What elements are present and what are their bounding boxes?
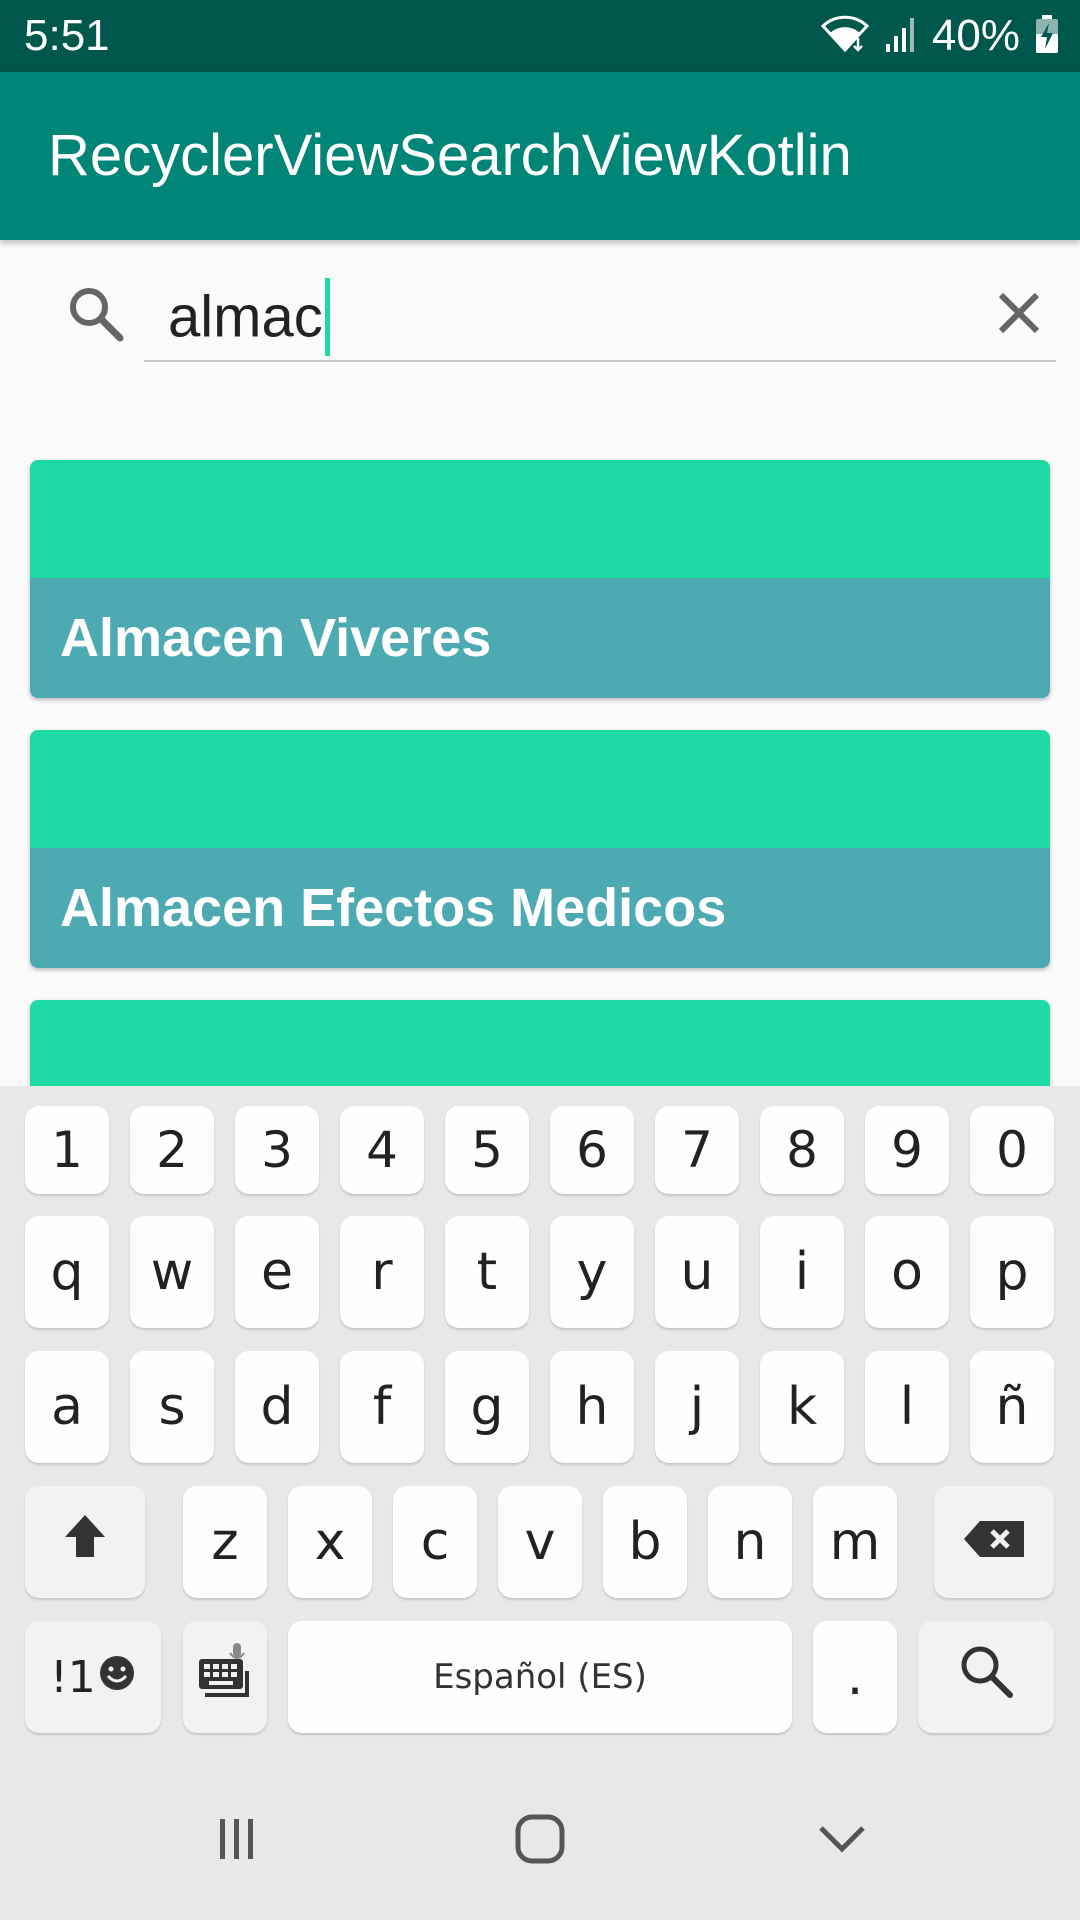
backspace-key[interactable]: [934, 1486, 1054, 1598]
period-key[interactable]: .: [813, 1621, 897, 1733]
key-t[interactable]: t: [445, 1216, 529, 1328]
search-key[interactable]: [918, 1621, 1054, 1733]
key-0[interactable]: 0: [970, 1106, 1054, 1194]
status-icons: 40%: [820, 10, 1060, 62]
key-c[interactable]: c: [393, 1486, 477, 1598]
key-v[interactable]: v: [498, 1486, 582, 1598]
card-header: [30, 730, 1050, 848]
list-item[interactable]: Almacen Efectos Medicos: [30, 730, 1050, 968]
list-item-label: Almacen Viveres: [60, 608, 492, 668]
navigation-bar: [0, 1760, 1080, 1920]
key-n-tilde[interactable]: ñ: [970, 1351, 1054, 1463]
key-a[interactable]: a: [25, 1351, 109, 1463]
key-x[interactable]: x: [288, 1486, 372, 1598]
key-e[interactable]: e: [235, 1216, 319, 1328]
recents-button[interactable]: [192, 1796, 282, 1886]
key-l[interactable]: l: [865, 1351, 949, 1463]
key-i[interactable]: i: [760, 1216, 844, 1328]
key-p[interactable]: p: [970, 1216, 1054, 1328]
key-3[interactable]: 3: [235, 1106, 319, 1194]
key-7[interactable]: 7: [655, 1106, 739, 1194]
key-z[interactable]: z: [183, 1486, 267, 1598]
home-button[interactable]: [495, 1796, 585, 1886]
text-cursor: [324, 278, 330, 356]
key-n[interactable]: n: [708, 1486, 792, 1598]
key-2[interactable]: 2: [130, 1106, 214, 1194]
key-g[interactable]: g: [445, 1351, 529, 1463]
card-footer: Almacen Efectos Medicos: [30, 848, 1050, 968]
space-key[interactable]: Español (ES): [288, 1621, 792, 1733]
key-o[interactable]: o: [865, 1216, 949, 1328]
home-icon: [513, 1812, 567, 1871]
search-query: almac: [168, 284, 323, 350]
key-r[interactable]: r: [340, 1216, 424, 1328]
battery-percent: 40%: [931, 11, 1020, 60]
key-y[interactable]: y: [550, 1216, 634, 1328]
symbols-label: !1: [50, 1651, 96, 1703]
card-footer: Almacen Viveres: [30, 578, 1050, 698]
shift-icon: [60, 1511, 110, 1574]
key-q[interactable]: q: [25, 1216, 109, 1328]
status-time: 5:51: [24, 11, 110, 60]
key-s[interactable]: s: [130, 1351, 214, 1463]
key-u[interactable]: u: [655, 1216, 739, 1328]
key-6[interactable]: 6: [550, 1106, 634, 1194]
card-header: [30, 460, 1050, 578]
key-h[interactable]: h: [550, 1351, 634, 1463]
search-key-icon: [956, 1641, 1016, 1714]
wifi-icon: [820, 14, 870, 59]
key-4[interactable]: 4: [340, 1106, 424, 1194]
shift-key[interactable]: [25, 1486, 145, 1598]
signal-icon: [884, 14, 918, 59]
emoji-icon: [98, 1652, 136, 1703]
backspace-icon: [962, 1512, 1026, 1572]
key-d[interactable]: d: [235, 1351, 319, 1463]
battery-charging-icon: [1034, 14, 1060, 59]
symbols-key[interactable]: !1: [25, 1621, 161, 1733]
search-icon: [64, 282, 128, 346]
key-j[interactable]: j: [655, 1351, 739, 1463]
page-title: RecyclerViewSearchViewKotlin: [48, 123, 852, 188]
search-bar: almac: [0, 240, 1080, 400]
keyboard-settings-key[interactable]: [183, 1621, 267, 1733]
key-m[interactable]: m: [813, 1486, 897, 1598]
key-8[interactable]: 8: [760, 1106, 844, 1194]
app-bar: RecyclerViewSearchViewKotlin: [0, 72, 1080, 240]
key-9[interactable]: 9: [865, 1106, 949, 1194]
key-f[interactable]: f: [340, 1351, 424, 1463]
search-input[interactable]: almac: [144, 270, 1056, 362]
list-item-label: Almacen Efectos Medicos: [60, 878, 727, 938]
back-button[interactable]: [797, 1796, 887, 1886]
key-b[interactable]: b: [603, 1486, 687, 1598]
key-k[interactable]: k: [760, 1351, 844, 1463]
recents-icon: [212, 1814, 262, 1869]
keyboard-voice-icon: [195, 1641, 255, 1714]
key-1[interactable]: 1: [25, 1106, 109, 1194]
list-item[interactable]: Almacen Viveres: [30, 460, 1050, 698]
back-icon: [815, 1812, 869, 1871]
key-w[interactable]: w: [130, 1216, 214, 1328]
key-5[interactable]: 5: [445, 1106, 529, 1194]
close-icon[interactable]: [984, 278, 1054, 348]
status-bar: 5:51 40%: [0, 0, 1080, 72]
